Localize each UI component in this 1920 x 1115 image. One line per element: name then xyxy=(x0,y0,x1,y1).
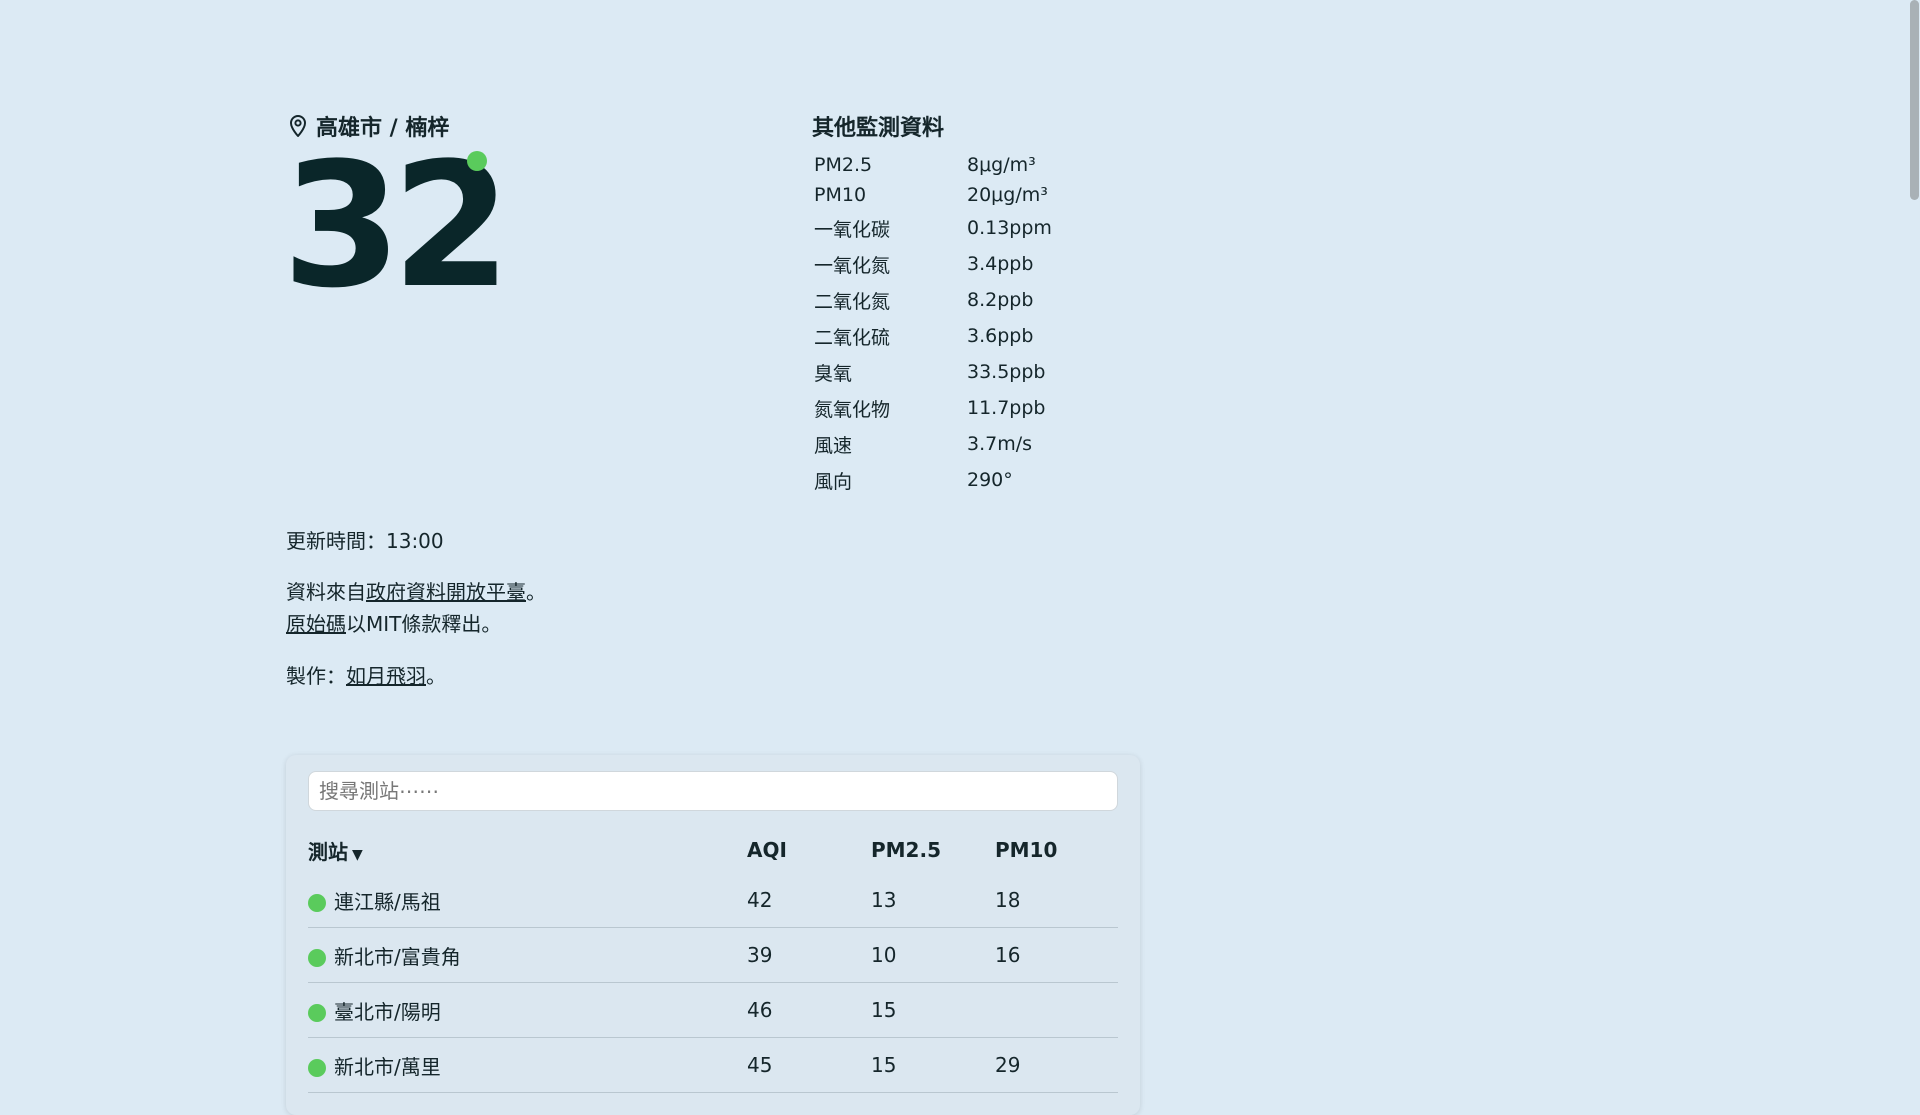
status-dot xyxy=(308,949,326,967)
metric-value: 8.2ppb xyxy=(967,289,1034,311)
column-header-pm25[interactable]: PM2.5 xyxy=(871,827,995,873)
metric-row: 臭氧 33.5ppb xyxy=(812,354,1052,390)
metric-value: 20μg/m³ xyxy=(967,184,1048,206)
metric-label: 風速 xyxy=(814,434,853,457)
station-name-cell: 連江縣/馬祖 xyxy=(308,873,747,928)
station-name: 臺北市/陽明 xyxy=(334,999,441,1024)
column-header-station-label: 測站 xyxy=(308,839,348,864)
aqi-status-dot xyxy=(467,151,487,171)
metric-label: 二氧化硫 xyxy=(814,326,891,349)
status-dot xyxy=(308,1004,326,1022)
column-header-station[interactable]: 測站 ▼ xyxy=(308,827,747,873)
metric-row: 二氧化硫 3.6ppb xyxy=(812,318,1052,354)
pm10-cell: 16 xyxy=(995,927,1118,983)
metric-label: 一氧化氮 xyxy=(814,254,891,277)
table-row[interactable]: 新北市/萬里 45 15 29 xyxy=(308,1037,1118,1093)
metric-row: 一氧化氮 3.4ppb xyxy=(812,246,1052,282)
metric-label: 二氧化氮 xyxy=(814,290,891,313)
updated-time: 更新時間：13:00 xyxy=(286,529,444,553)
station-name: 連江縣/馬祖 xyxy=(334,889,441,914)
metrics-table: PM2.5 8μg/m³ PM10 20μg/m³ 一氧化碳 0.13ppm 一氧化氮… xyxy=(812,150,1052,498)
metric-row: 風向 290° xyxy=(812,462,1052,498)
column-header-aqi[interactable]: AQI xyxy=(747,827,871,873)
pm10-cell: 29 xyxy=(995,1037,1118,1093)
station-name: 新北市/富貴角 xyxy=(334,944,461,969)
table-row[interactable]: 新北市/富貴角 39 10 16 xyxy=(308,927,1118,983)
station-name-cell: 新北市/萬里 xyxy=(308,1037,747,1093)
metric-value: 3.6ppb xyxy=(967,325,1034,347)
station-list-card: 測站▼ AQI PM2.5 PM10 連江縣/馬祖 421318 新北市/富貴角 39… xyxy=(286,755,1140,1115)
author-credit: 製作：如月飛羽。 xyxy=(286,660,446,689)
page-scrollbar[interactable] xyxy=(1908,0,1920,1080)
aqi-cell: 42 xyxy=(747,873,871,928)
source-code-link[interactable]: 原始碼 xyxy=(286,612,346,636)
source-prefix: 資料來自 xyxy=(286,580,366,604)
metric-value: 0.13ppm xyxy=(967,217,1052,239)
status-dot xyxy=(308,1059,326,1077)
metric-row: PM10 20μg/m³ xyxy=(812,180,1052,210)
metric-label: 一氧化碳 xyxy=(814,218,891,241)
source-suffix: 。 xyxy=(526,580,546,604)
open-data-link[interactable]: 政府資料開放平臺 xyxy=(366,580,526,604)
pm10-cell: 18 xyxy=(995,873,1118,928)
metric-label: 風向 xyxy=(814,470,853,493)
metric-label: PM10 xyxy=(814,184,867,206)
data-source: 資料來自政府資料開放平臺。 原始碼以MIT條款釋出。 xyxy=(286,576,546,640)
license-text: 以MIT條款釋出。 xyxy=(346,612,502,636)
station-name: 新北市/萬里 xyxy=(334,1054,441,1079)
other-data-section: 其他監測資料 PM2.5 8μg/m³ PM10 20μg/m³ 一氧化碳 0.13p… xyxy=(812,110,1052,498)
metric-value: 33.5ppb xyxy=(967,361,1046,383)
author-suffix: 。 xyxy=(426,664,446,688)
pm25-cell: 13 xyxy=(871,873,995,928)
station-search-input[interactable] xyxy=(308,771,1118,811)
metric-value: 3.4ppb xyxy=(967,253,1034,275)
metric-value: 290° xyxy=(967,469,1013,491)
author-link[interactable]: 如月飛羽 xyxy=(346,664,426,688)
station-name-cell: 新北市/富貴角 xyxy=(308,927,747,983)
table-row[interactable]: 臺北市/陽明 46 15 xyxy=(308,982,1118,1038)
station-name-cell: 臺北市/陽明 xyxy=(308,982,747,1038)
aqi-cell: 39 xyxy=(747,927,871,983)
pm25-cell: 15 xyxy=(871,1037,995,1093)
metric-label: 臭氧 xyxy=(814,362,853,385)
metric-value: 8μg/m³ xyxy=(967,154,1036,176)
metric-value: 11.7ppb xyxy=(967,397,1046,419)
column-header-pm10[interactable]: PM10 xyxy=(995,827,1118,873)
caret-down-icon: ▼ xyxy=(352,846,363,863)
scrollbar-thumb[interactable] xyxy=(1910,0,1919,200)
other-data-title: 其他監測資料 xyxy=(812,116,945,141)
station-table: 測站 ▼ AQI PM2.5 PM10 連江縣/馬祖 42 13 18 新北市/富貴角 39… xyxy=(308,827,1118,1093)
metric-label: PM2.5 xyxy=(814,154,873,176)
main-content: 高雄市 / 楠梓 32 其他監測資料 PM2.5 8μg/m³ PM10 20μg/… xyxy=(282,0,1886,1115)
pm25-cell: 10 xyxy=(871,927,995,983)
author-prefix: 製作： xyxy=(286,664,346,688)
table-header-row: 測站 ▼ AQI PM2.5 PM10 xyxy=(308,827,1118,873)
pm10-cell xyxy=(995,982,1118,1038)
metric-row: 一氧化碳 0.13ppm xyxy=(812,210,1052,246)
metric-row: PM2.5 8μg/m³ xyxy=(812,150,1052,180)
aqi-display: 32 xyxy=(282,140,511,312)
metric-row: 氮氧化物 11.7ppb xyxy=(812,390,1052,426)
aqi-cell: 45 xyxy=(747,1037,871,1093)
table-row[interactable]: 連江縣/馬祖 42 13 18 xyxy=(308,873,1118,928)
metric-row: 風速 3.7m/s xyxy=(812,426,1052,462)
aqi-cell: 46 xyxy=(747,982,871,1038)
pm25-cell: 15 xyxy=(871,982,995,1038)
status-dot xyxy=(308,894,326,912)
metric-value: 3.7m/s xyxy=(967,433,1033,455)
metric-row: 二氧化氮 8.2ppb xyxy=(812,282,1052,318)
metric-label: 氮氧化物 xyxy=(814,398,891,421)
